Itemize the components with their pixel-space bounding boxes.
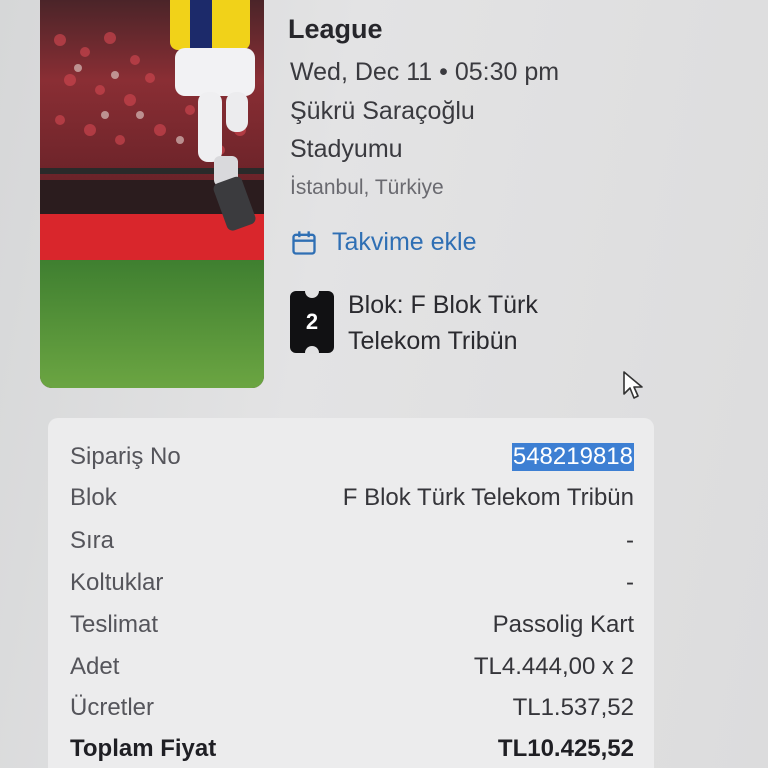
block-value: F Blok Türk Telekom Tribün	[342, 484, 634, 511]
block-line1: Blok: F Blok Türk	[348, 291, 538, 319]
block-line2: Telekom Tribün	[348, 327, 518, 355]
quantity-label: Adet	[70, 653, 120, 680]
venue-name-line1: Şükrü Saraçoğlu	[290, 97, 475, 125]
order-summary-panel: Sipariş No 548219818 Blok F Blok Türk Te…	[48, 418, 654, 768]
summary-row-block: Blok F Blok Türk Telekom Tribün	[70, 481, 634, 515]
event-city: İstanbul, Türkiye	[290, 176, 444, 199]
summary-row-quantity: Adet TL4.444,00 x 2	[70, 650, 634, 684]
row-label: Sıra	[70, 527, 115, 554]
ticket-count: 2	[305, 309, 319, 334]
mouse-pointer-icon	[623, 371, 643, 399]
seats-label: Koltuklar	[70, 569, 164, 596]
football-player-photo	[40, 0, 264, 388]
order-no-label: Sipariş No	[70, 443, 181, 470]
summary-row-total: Toplam Fiyat TL10.425,52	[70, 732, 634, 766]
order-no-value[interactable]: 548219818	[511, 443, 634, 471]
calendar-icon	[292, 230, 316, 255]
summary-row-seats: Koltuklar -	[70, 566, 634, 600]
seats-value: -	[626, 569, 634, 596]
total-price-label: Toplam Fiyat	[70, 735, 217, 762]
row-value: -	[626, 527, 634, 554]
event-image	[40, 0, 264, 388]
delivery-label: Teslimat	[70, 611, 159, 638]
delivery-value: Passolig Kart	[492, 611, 634, 638]
ticket-icon: 2	[290, 290, 334, 354]
event-title: League	[288, 14, 383, 44]
ticket-block-info: 2 Blok: F Blok Türk Telekom Tribün	[290, 287, 538, 359]
summary-row-fees: Ücretler TL1.537,52	[70, 691, 634, 725]
quantity-value: TL4.444,00 x 2	[473, 653, 634, 680]
event-datetime: Wed, Dec 11 • 05:30 pm	[290, 58, 560, 86]
block-label: Blok	[70, 484, 117, 511]
add-to-calendar-label: Takvime ekle	[332, 228, 477, 256]
summary-row-row: Sıra -	[70, 524, 634, 558]
add-to-calendar-link[interactable]: Takvime ekle	[290, 228, 477, 257]
fees-value: TL1.537,52	[512, 694, 634, 721]
venue-name-line2: Stadyumu	[290, 135, 403, 163]
summary-row-delivery: Teslimat Passolig Kart	[70, 608, 634, 642]
fees-label: Ücretler	[70, 694, 155, 721]
block-description: Blok: F Blok Türk Telekom Tribün	[348, 287, 538, 359]
summary-row-order-no: Sipariş No 548219818	[70, 440, 634, 474]
screen: League Wed, Dec 11 • 05:30 pm Şükrü Sara…	[0, 0, 768, 768]
total-price-value: TL10.425,52	[497, 735, 634, 762]
